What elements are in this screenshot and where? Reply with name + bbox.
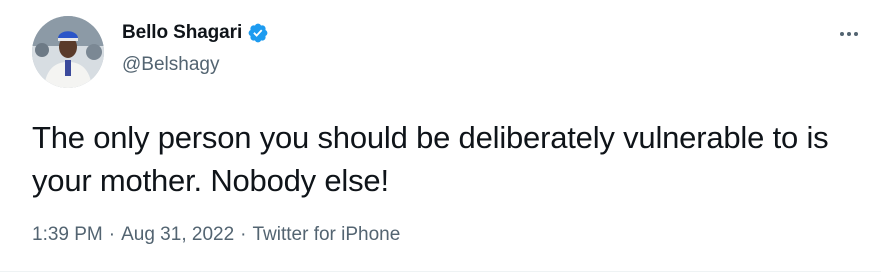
more-options-icon[interactable] (831, 20, 867, 48)
tweet-date[interactable]: Aug 31, 2022 (121, 224, 234, 246)
profile-photo (32, 16, 104, 88)
avatar[interactable] (32, 16, 104, 88)
tweet-card[interactable]: Bello Shagari @Belshagy The only person … (0, 0, 881, 272)
tweet-text: The only person you should be deliberate… (32, 120, 829, 198)
separator-dot: · (108, 224, 116, 245)
tweet-source[interactable]: Twitter for iPhone (252, 224, 400, 246)
author-name-row[interactable]: Bello Shagari (122, 22, 269, 44)
verified-badge-icon (247, 22, 269, 44)
author-handle[interactable]: @Belshagy (122, 54, 219, 76)
tweet-time[interactable]: 1:39 PM (32, 224, 103, 246)
author-display-name[interactable]: Bello Shagari (122, 22, 242, 44)
tweet-metadata: 1:39 PM · Aug 31, 2022 · Twitter for iPh… (32, 224, 400, 246)
separator-dot: · (240, 224, 247, 245)
